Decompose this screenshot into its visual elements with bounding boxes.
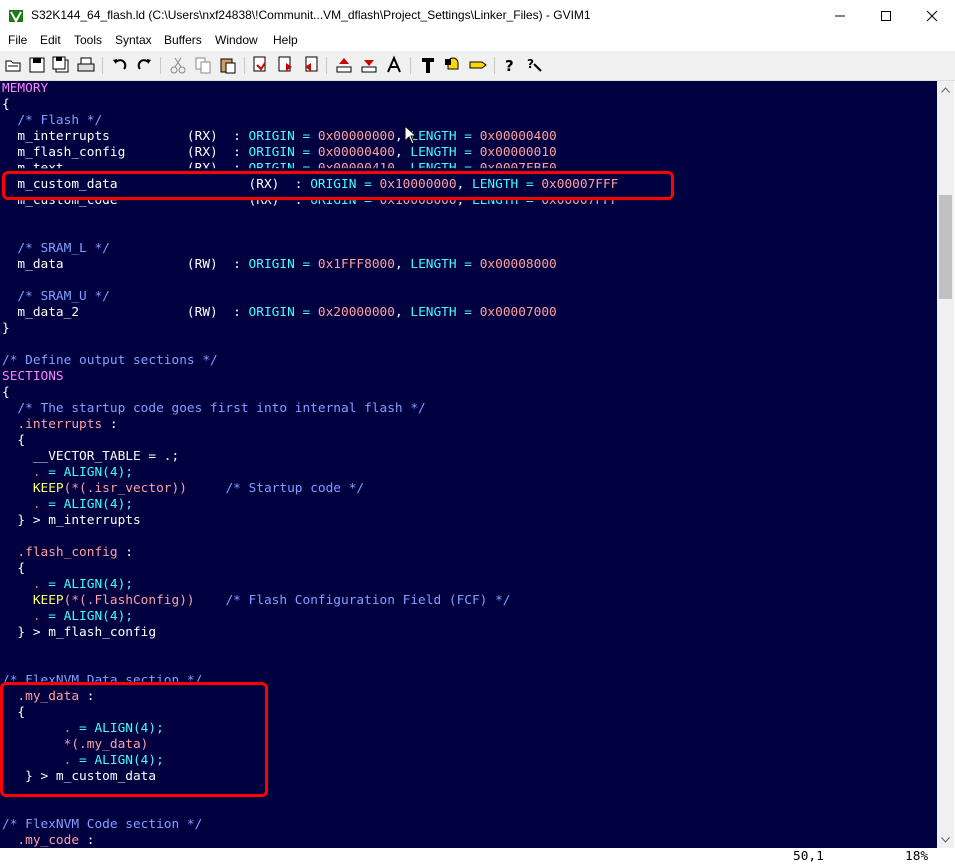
code-line: SECTIONS: [2, 369, 64, 384]
maximize-button[interactable]: [863, 0, 909, 31]
chevron-up-icon: [941, 86, 950, 93]
code-line: } > m_interrupts: [2, 513, 141, 528]
find-help-icon[interactable]: ?: [525, 55, 545, 75]
gvim-app-icon[interactable]: [8, 8, 24, 24]
open-icon[interactable]: [3, 55, 23, 75]
code-line: } > m_flash_config: [2, 625, 157, 640]
menu-bar: File Edit Tools Syntax Buffers Window He…: [0, 31, 955, 51]
menu-file[interactable]: File: [8, 33, 27, 47]
close-button[interactable]: [909, 0, 955, 31]
find-next-icon[interactable]: [276, 55, 296, 75]
svg-text:?: ?: [527, 57, 534, 71]
menu-edit[interactable]: Edit: [40, 33, 61, 47]
shell-icon[interactable]: [443, 55, 463, 75]
menu-syntax[interactable]: Syntax: [115, 33, 152, 47]
vertical-scrollbar[interactable]: [937, 81, 954, 848]
code-line: . = ALIGN(4);: [2, 577, 133, 592]
tags-icon[interactable]: [468, 55, 488, 75]
code-line: {: [2, 97, 10, 112]
code-line: {: [2, 561, 26, 576]
code-line: . = ALIGN(4);: [2, 465, 133, 480]
code-line: .my_code :: [2, 833, 95, 848]
scrollbar-thumb[interactable]: [939, 195, 952, 299]
scroll-percent: 18%: [905, 849, 929, 864]
menu-buffers[interactable]: Buffers: [164, 33, 202, 47]
copy-icon[interactable]: [193, 55, 213, 75]
save-icon[interactable]: [27, 55, 47, 75]
code-line: /* FlexNVM Code section */: [2, 817, 203, 832]
cut-icon[interactable]: [168, 55, 188, 75]
code-line: m_interrupts (RX) : ORIGIN = 0x00000000,…: [2, 129, 557, 144]
command-line[interactable]: 50,1 18%: [0, 848, 955, 866]
redo-icon[interactable]: [134, 55, 154, 75]
code-line: {: [2, 433, 26, 448]
title-bar: S32K144_64_flash.ld (C:\Users\nxf24838\!…: [0, 0, 955, 31]
minimize-icon: [835, 15, 845, 16]
close-icon: [926, 10, 938, 21]
code-line: KEEP(*(.FlashConfig)) /* Flash Configura…: [2, 593, 511, 608]
load-session-icon[interactable]: [334, 55, 354, 75]
cursor-position: 50,1: [793, 849, 824, 864]
code-line: .interrupts :: [2, 417, 118, 432]
run-script-icon[interactable]: [384, 55, 404, 75]
menu-help[interactable]: Help: [273, 33, 298, 47]
menu-window[interactable]: Window: [215, 33, 258, 47]
toolbar: ? ?: [0, 51, 955, 81]
minimize-button[interactable]: [817, 0, 863, 31]
save-all-icon[interactable]: [51, 55, 71, 75]
highlight-box-memory-region: [2, 171, 674, 200]
code-line: m_data_2 (RW) : ORIGIN = 0x20000000, LEN…: [2, 305, 557, 320]
help-icon[interactable]: ?: [500, 55, 520, 75]
make-icon[interactable]: [418, 55, 438, 75]
code-line: __VECTOR_TABLE = .;: [2, 449, 180, 464]
mouse-pointer-icon: [404, 125, 418, 145]
code-line: MEMORY: [2, 81, 49, 96]
code-line: m_data (RW) : ORIGIN = 0x1FFF8000, LENGT…: [2, 257, 557, 272]
highlight-box-section: [0, 682, 268, 797]
find-replace-icon[interactable]: [251, 55, 271, 75]
code-line: /* Define output sections */: [2, 353, 218, 368]
maximize-icon: [881, 10, 891, 21]
code-line: m_flash_config (RX) : ORIGIN = 0x0000040…: [2, 145, 557, 160]
menu-tools[interactable]: Tools: [74, 33, 102, 47]
code-line: . = ALIGN(4);: [2, 609, 133, 624]
code-line: /* SRAM_L */: [2, 241, 110, 256]
scroll-down-button[interactable]: [937, 831, 954, 848]
window-title: S32K144_64_flash.ld (C:\Users\nxf24838\!…: [31, 8, 591, 22]
chevron-down-icon: [941, 836, 950, 843]
code-line: /* The startup code goes first into inte…: [2, 401, 426, 416]
svg-text:?: ?: [505, 57, 514, 75]
save-session-icon[interactable]: [359, 55, 379, 75]
code-line: . = ALIGN(4);: [2, 497, 133, 512]
code-line: }: [2, 321, 10, 336]
code-line: /* SRAM_U */: [2, 289, 110, 304]
paste-icon[interactable]: [218, 55, 238, 75]
print-icon[interactable]: [76, 55, 96, 75]
code-line: KEEP(*(.isr_vector)) /* Startup code */: [2, 481, 365, 496]
scroll-up-button[interactable]: [937, 81, 954, 98]
undo-icon[interactable]: [110, 55, 130, 75]
editor-text-area[interactable]: MEMORY { /* Flash */ m_interrupts (RX) :…: [0, 81, 937, 848]
find-prev-icon[interactable]: [301, 55, 321, 75]
code-line: .flash_config :: [2, 545, 133, 560]
code-line: /* Flash */: [2, 113, 103, 128]
code-line: {: [2, 385, 10, 400]
